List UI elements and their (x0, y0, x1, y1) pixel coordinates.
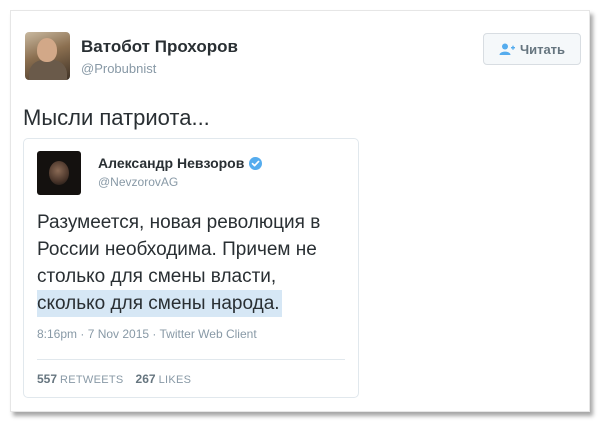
retweets-count: 557 (37, 372, 58, 386)
avatar-body-shape (29, 60, 67, 80)
tweet-stats: 557 RETWEETS 267 LIKES (37, 372, 191, 386)
tweet-card: Ватобот Прохоров @Probubnist Читать Мысл… (10, 10, 590, 412)
likes-stat[interactable]: 267 LIKES (136, 372, 192, 386)
divider (37, 359, 345, 360)
likes-label: LIKES (158, 374, 192, 386)
retweets-label: RETWEETS (60, 374, 124, 386)
verified-badge-icon (249, 156, 263, 170)
quoted-author-avatar[interactable] (37, 151, 81, 195)
tweet-text: Мысли патриота... (23, 105, 210, 130)
retweets-stat[interactable]: 557 RETWEETS (37, 372, 124, 386)
text-highlight: сколько для смены народа. (37, 290, 282, 317)
add-person-icon (499, 43, 515, 55)
avatar-face-shape (49, 161, 69, 185)
author-avatar[interactable] (25, 32, 70, 80)
quoted-tweet-text: Разумеется, новая революция в России нео… (37, 209, 357, 317)
follow-button[interactable]: Читать (483, 33, 581, 65)
likes-count: 267 (135, 372, 156, 386)
quoted-text-line: столько для смены власти, (37, 266, 277, 287)
quoted-text-line-highlighted: сколько для смены народа. (37, 290, 357, 317)
author-handle[interactable]: @Probubnist (81, 61, 156, 76)
follow-label: Читать (519, 41, 566, 57)
tweet-timestamp[interactable]: 8:16pm · 7 Nov 2015 · Twitter Web Client (37, 327, 257, 341)
quoted-author-name-row[interactable]: Александр Невзоров (98, 155, 263, 171)
author-name[interactable]: Ватобот Прохоров (81, 37, 238, 57)
quoted-text-line: России необходима. Причем не (37, 239, 317, 260)
avatar-head-shape (37, 38, 57, 62)
quoted-tweet[interactable]: Александр Невзоров @NevzorovAG Разумеетс… (23, 138, 359, 398)
quoted-text-line: Разумеется, новая революция в (37, 212, 321, 233)
quoted-author-handle[interactable]: @NevzorovAG (98, 175, 178, 189)
quoted-author-name: Александр Невзоров (98, 155, 245, 171)
